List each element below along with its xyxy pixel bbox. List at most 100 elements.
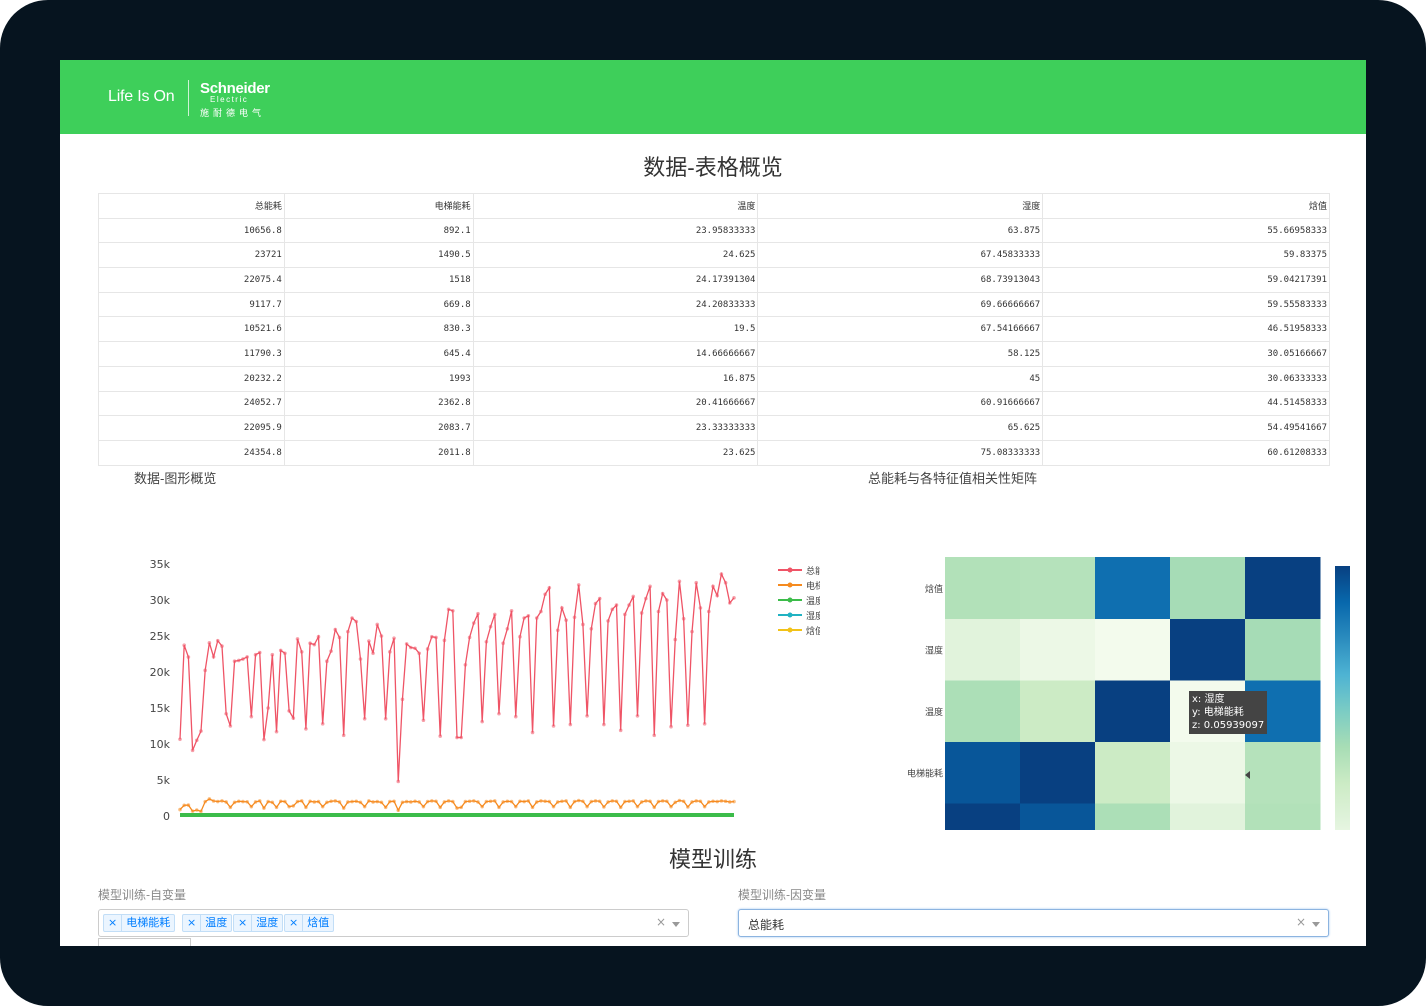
heatmap-cell[interactable]: [1095, 618, 1171, 681]
data-point: [207, 641, 212, 645]
data-point: [278, 799, 283, 804]
clear-icon[interactable]: ×: [1296, 915, 1306, 929]
data-point: [505, 627, 510, 631]
heatmap-cell[interactable]: [1170, 618, 1246, 681]
heatmap-cell[interactable]: [945, 618, 1021, 681]
legend-label[interactable]: 焓值: [806, 625, 820, 637]
heatmap-cell[interactable]: [1095, 741, 1171, 804]
chevron-down-icon[interactable]: [672, 922, 680, 927]
data-point: [295, 799, 300, 804]
data-point: [392, 799, 396, 804]
data-point: [320, 804, 325, 809]
column-header[interactable]: 电梯能耗: [283, 193, 474, 219]
selected-tag[interactable]: × 焓值: [284, 914, 335, 932]
data-point: [249, 804, 254, 809]
data-point: [707, 609, 711, 614]
logo-divider: [188, 80, 189, 116]
data-point: [719, 799, 724, 803]
heatmap-cell[interactable]: [1095, 557, 1171, 619]
data-point: [304, 727, 308, 731]
data-point: [686, 805, 690, 809]
heatmap-cell[interactable]: [1170, 557, 1246, 619]
selected-tag[interactable]: × 温度: [182, 914, 233, 932]
data-point: [375, 622, 380, 627]
selected-tag[interactable]: × 电梯能耗: [103, 914, 176, 932]
data-point: [400, 800, 405, 805]
data-point: [236, 799, 241, 804]
data-point: [308, 641, 312, 645]
data-point: [534, 800, 539, 804]
data-point: [274, 729, 279, 734]
heatmap-y-label: 温度: [925, 706, 943, 718]
data-point: [346, 629, 350, 634]
heatmap-cell[interactable]: [1245, 557, 1321, 619]
line-chart[interactable]: 05k10k15k20k25k30k35k4/1/20184/6/20184/1…: [100, 490, 820, 830]
data-point: [522, 616, 526, 620]
column-header[interactable]: 温度: [472, 193, 759, 219]
heatmap-chart[interactable]: 总能耗电梯能耗温度湿度焓值总能耗电梯能耗温度湿度焓值00.20.40.60.81: [830, 490, 1350, 830]
heatmap-cell[interactable]: [945, 741, 1021, 804]
data-point: [270, 800, 275, 805]
heatmap-cell[interactable]: [945, 680, 1021, 742]
data-point: [686, 723, 690, 728]
data-point: [354, 619, 359, 624]
heatmap-cell[interactable]: [1020, 618, 1096, 681]
heatmap-cell[interactable]: [1170, 741, 1246, 804]
heatmap-cell[interactable]: [1095, 680, 1171, 742]
data-point: [245, 799, 249, 804]
data-point: [463, 799, 468, 804]
legend-label[interactable]: 湿度: [806, 610, 820, 622]
remove-tag-icon[interactable]: ×: [285, 915, 304, 931]
heatmap-cell[interactable]: [945, 803, 1021, 830]
column-header[interactable]: 湿度: [757, 193, 1044, 219]
data-point: [312, 642, 317, 647]
heatmap-cell[interactable]: [1170, 803, 1246, 830]
heatmap-cell[interactable]: [1020, 680, 1096, 742]
table-cell: 10656.8: [98, 217, 285, 244]
header-bar: Life Is On Schneider Electric 施耐德电气: [60, 60, 1366, 134]
heatmap-cell[interactable]: [1245, 618, 1321, 681]
data-point: [434, 635, 438, 640]
clear-icon[interactable]: ×: [656, 915, 666, 929]
legend-label[interactable]: 温度: [806, 595, 820, 607]
column-header[interactable]: 焓值: [1042, 193, 1330, 219]
data-point: [681, 799, 686, 804]
table-row: 11790.3 645.4 14.66666667 58.125 30.05166667: [98, 341, 1330, 367]
data-point: [354, 799, 359, 804]
y-tick-label: 5k: [157, 774, 171, 787]
data-point: [190, 748, 195, 753]
heatmap-cell[interactable]: [1245, 803, 1321, 830]
data-point: [543, 592, 547, 597]
legend-label[interactable]: 总能耗: [806, 565, 820, 577]
tooltip-y: y: 电梯能耗: [1192, 707, 1244, 718]
table-cell: 59.04217391: [1042, 267, 1330, 293]
data-point: [320, 722, 325, 726]
legend-label[interactable]: 电梯能耗: [806, 580, 820, 592]
heatmap-cell[interactable]: [1020, 557, 1096, 619]
independent-multiselect[interactable]: × 电梯能耗 × 温度 × 湿度 × 焓值 ×: [98, 909, 689, 937]
heatmap-cell[interactable]: [945, 557, 1021, 619]
chevron-down-icon[interactable]: [1312, 922, 1320, 927]
y-tick-label: 30k: [150, 594, 171, 607]
table-cell: 2011.8: [283, 439, 474, 466]
table-cell: 24.17391304: [472, 267, 759, 293]
dependent-select[interactable]: 总能耗 ×: [738, 909, 1329, 937]
tag-label: 焓值: [307, 916, 330, 929]
data-point: [287, 709, 291, 713]
remove-tag-icon[interactable]: ×: [234, 915, 253, 931]
heatmap-cell[interactable]: [1245, 741, 1321, 804]
heatmap-cell[interactable]: [1020, 741, 1096, 804]
data-point: [362, 804, 367, 809]
data-point: [199, 809, 203, 814]
selected-tag[interactable]: × 湿度: [233, 914, 284, 932]
data-point: [665, 799, 669, 804]
heatmap-y-label: 电梯能耗: [907, 767, 943, 779]
data-point: [425, 647, 430, 651]
column-header[interactable]: 总能耗: [98, 193, 285, 219]
data-point: [304, 805, 308, 810]
data-point: [308, 799, 312, 804]
heatmap-cell[interactable]: [1095, 803, 1171, 830]
remove-tag-icon[interactable]: ×: [104, 915, 123, 931]
remove-tag-icon[interactable]: ×: [183, 915, 202, 931]
heatmap-cell[interactable]: [1020, 803, 1096, 830]
